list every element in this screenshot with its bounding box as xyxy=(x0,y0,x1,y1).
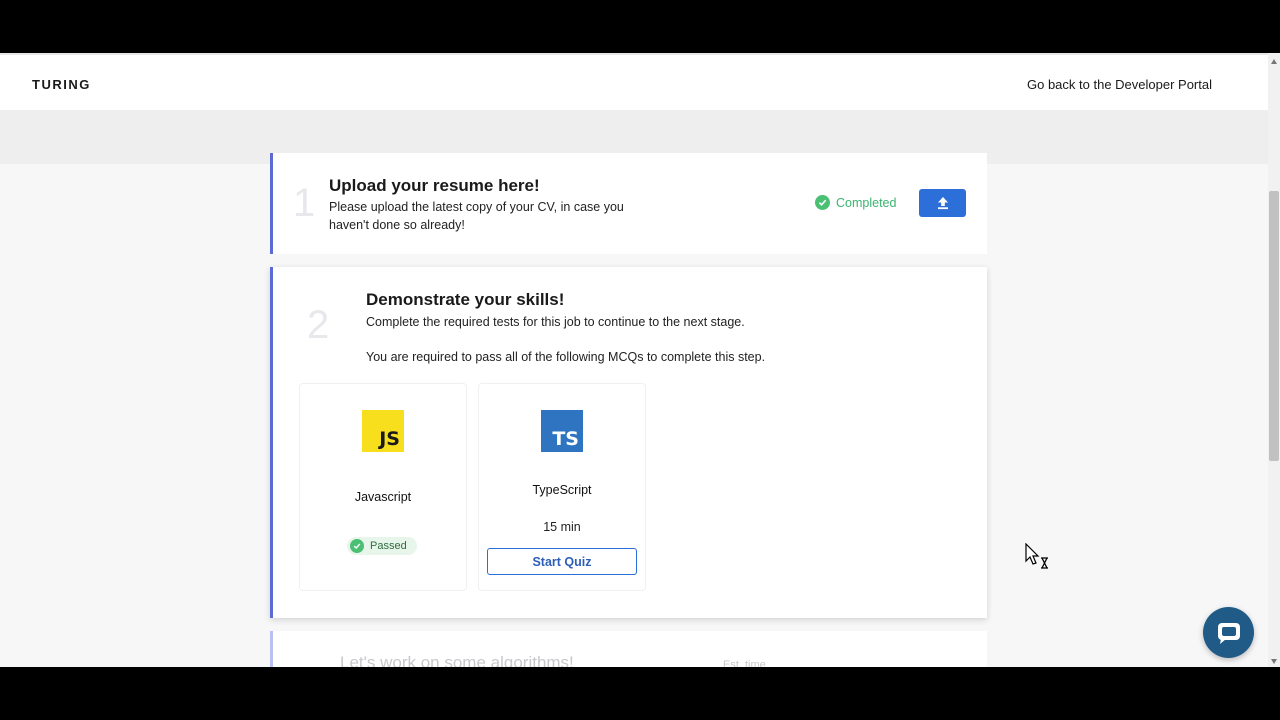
javascript-logo-icon: JS xyxy=(362,410,404,452)
quiz-name: Javascript xyxy=(354,490,412,504)
passed-badge: Passed xyxy=(347,537,417,555)
check-circle-icon xyxy=(815,195,830,210)
page-scrollbar[interactable] xyxy=(1268,53,1280,667)
brand-logo[interactable]: TURING xyxy=(32,77,91,92)
step-3-card: Let's work on some algorithms! Est. time xyxy=(270,631,987,667)
step-description: Complete the required tests for this job… xyxy=(366,315,745,329)
passed-label: Passed xyxy=(370,540,407,552)
step-title: Let's work on some algorithms! xyxy=(340,653,574,667)
step-2-card: 2 Demonstrate your skills! Complete the … xyxy=(270,267,987,618)
quiz-duration: 15 min xyxy=(543,520,581,534)
step-title: Upload your resume here! xyxy=(329,176,540,195)
quiz-card-typescript: TS TypeScript 15 min Start Quiz xyxy=(478,383,646,591)
step-title: Demonstrate your skills! xyxy=(366,290,565,309)
quiz-name: TypeScript xyxy=(532,483,592,497)
letterbox-top xyxy=(0,0,1280,53)
chat-bubble-icon xyxy=(1217,622,1240,644)
upload-icon xyxy=(937,197,948,210)
developer-portal-link[interactable]: Go back to the Developer Portal xyxy=(1027,77,1212,92)
mouse-cursor-busy-icon xyxy=(1025,543,1048,569)
estimated-time-label: Est. time xyxy=(723,659,766,667)
step-description: Please upload the latest copy of your CV… xyxy=(329,200,624,232)
step-number: 2 xyxy=(307,303,330,347)
step-1-card: 1 Upload your resume here! Please upload… xyxy=(270,153,987,254)
quiz-card-javascript: JS Javascript Passed xyxy=(299,383,467,591)
scroll-down-arrow-icon[interactable] xyxy=(1271,659,1277,664)
start-quiz-button[interactable]: Start Quiz xyxy=(487,548,637,575)
letterbox-bottom xyxy=(0,667,1280,720)
scrollbar-thumb[interactable] xyxy=(1269,191,1279,461)
scroll-up-arrow-icon[interactable] xyxy=(1271,59,1277,64)
step-number: 1 xyxy=(293,181,316,225)
step-requirement: You are required to pass all of the foll… xyxy=(366,350,766,364)
typescript-logo-icon: TS xyxy=(541,410,583,452)
browser-viewport: g TURING Go back to the Developer Portal… xyxy=(0,53,1280,667)
completed-label: Completed xyxy=(836,195,897,210)
completed-status: Completed xyxy=(815,195,896,210)
chat-widget-button[interactable] xyxy=(1203,607,1254,658)
upload-resume-button[interactable] xyxy=(919,189,966,217)
check-circle-icon xyxy=(350,539,364,553)
top-navbar: TURING Go back to the Developer Portal xyxy=(0,53,1268,110)
